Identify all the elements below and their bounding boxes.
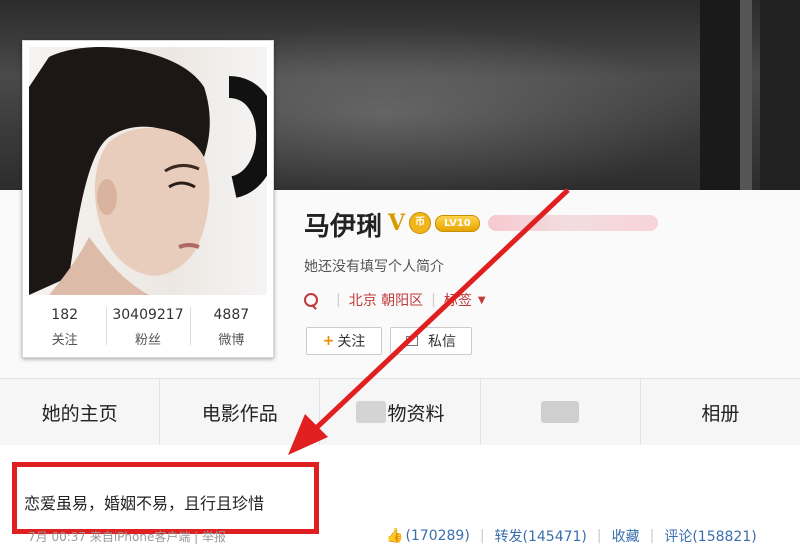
arrow-line [310,188,570,434]
red-arrow-annotation [288,188,570,455]
